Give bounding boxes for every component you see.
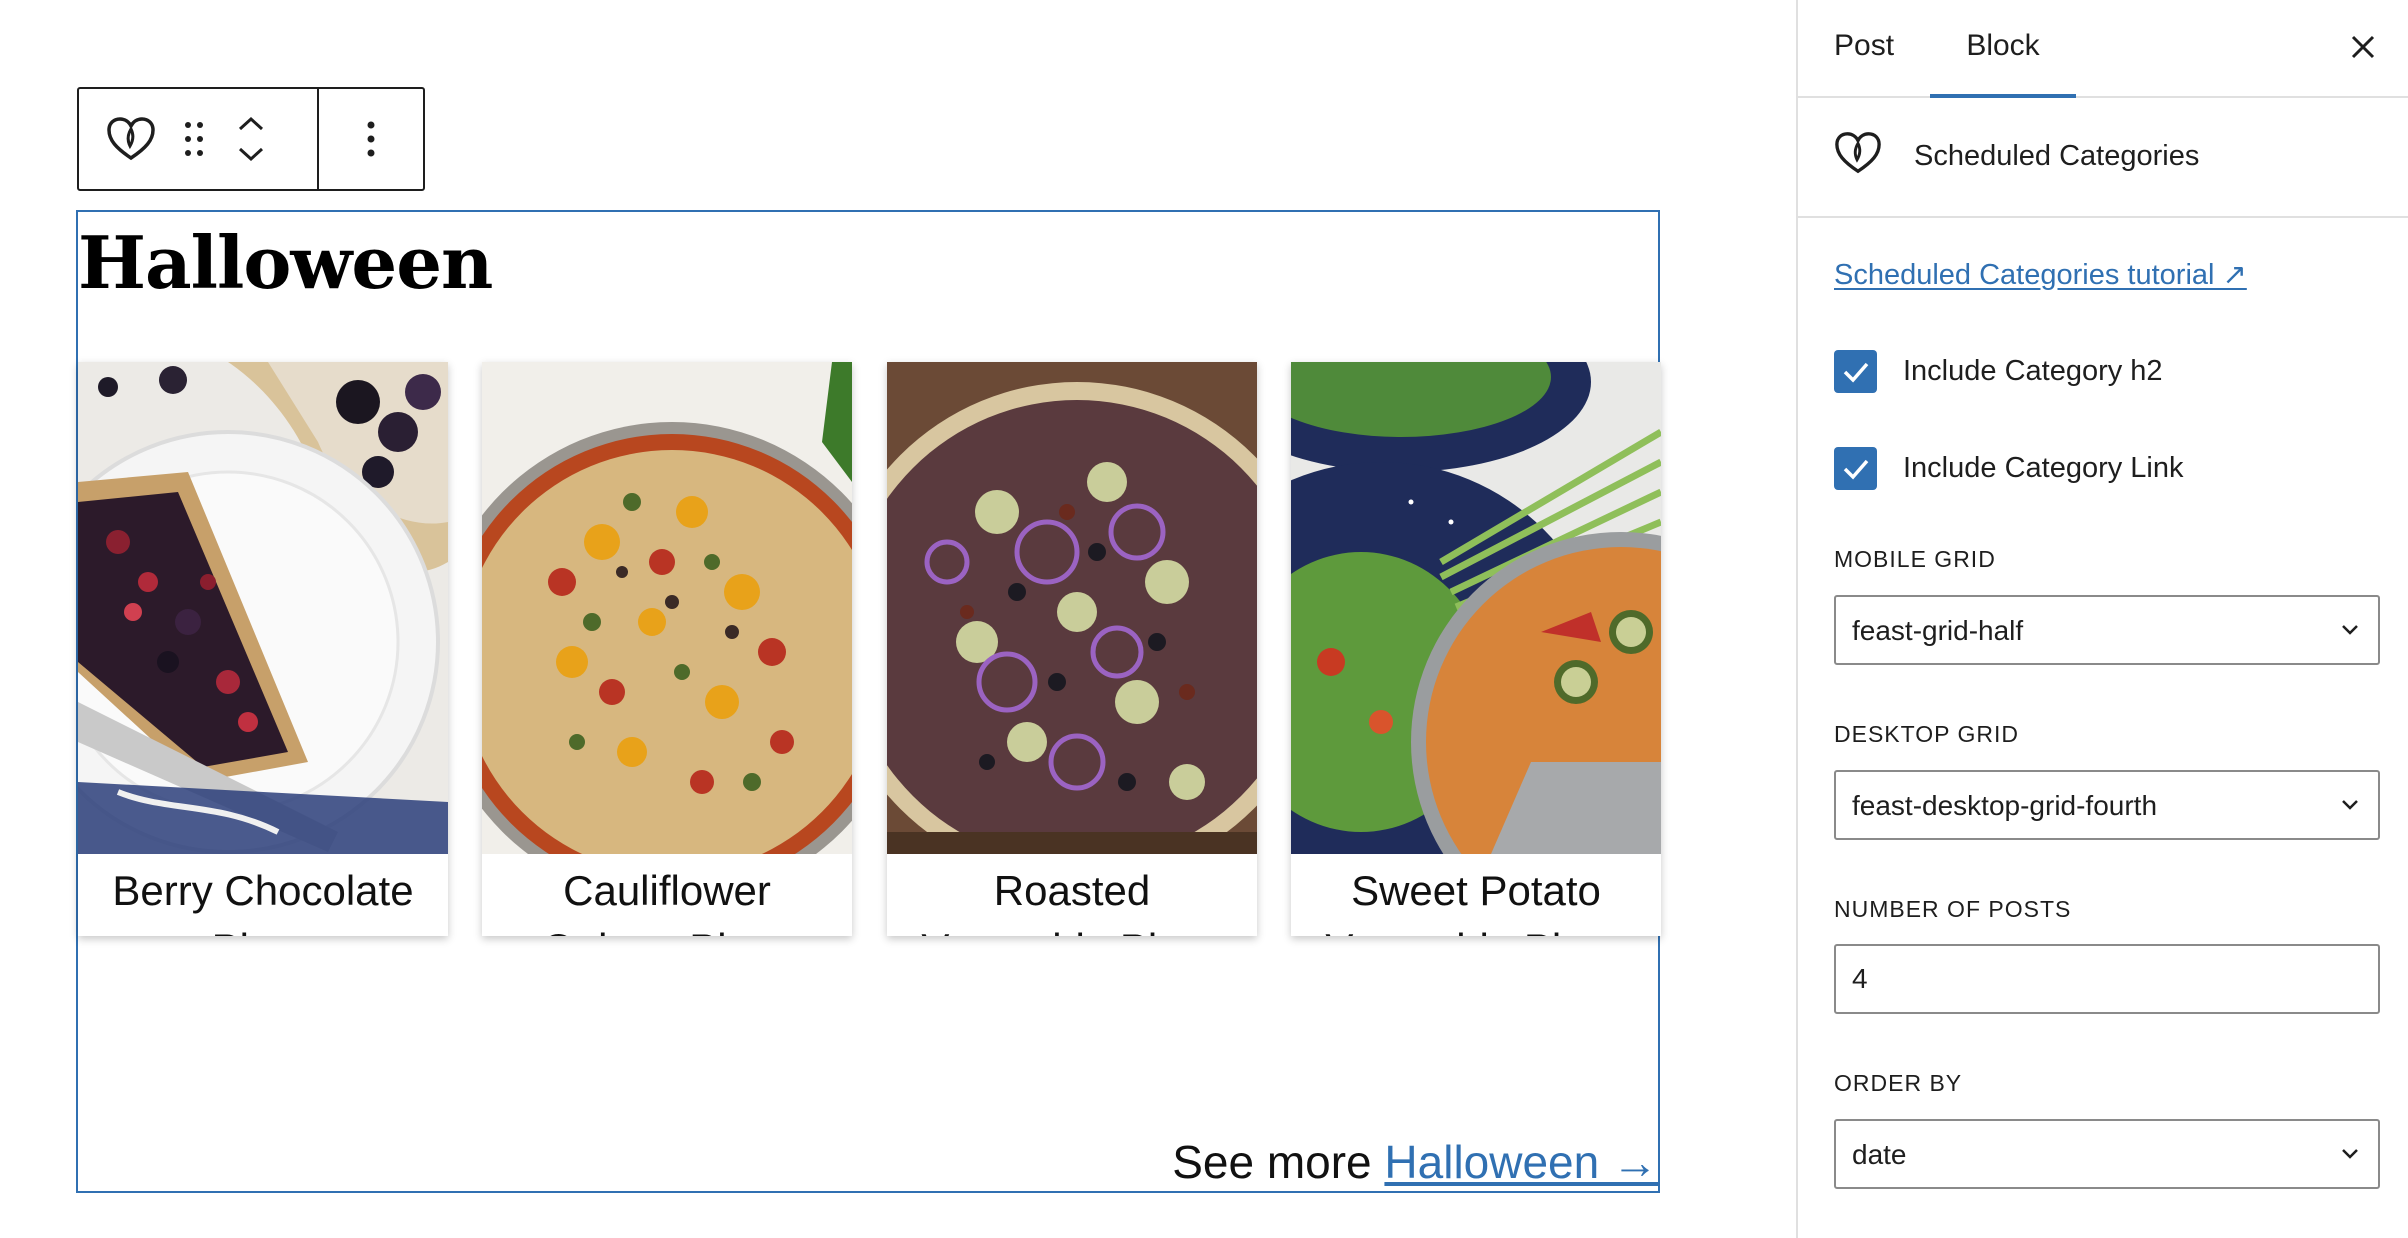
post-grid: Berry Chocolate Pizza — [78, 362, 1661, 936]
include-link-row: Include Category Link — [1834, 447, 2184, 490]
number-of-posts-input[interactable] — [1834, 944, 2380, 1014]
desktop-grid-label: Desktop Grid — [1834, 721, 2019, 747]
mobile-grid-value: feast-grid-half — [1852, 615, 2024, 646]
sidebar-tabs: Post Block — [1798, 0, 2408, 98]
post-thumbnail[interactable] — [1291, 362, 1661, 854]
post-thumbnail[interactable] — [887, 362, 1257, 854]
post-title[interactable]: Sweet Potato Vegetable Pizza Salad — [1291, 862, 1661, 936]
close-sidebar-button[interactable] — [2342, 26, 2384, 68]
drag-handle-button[interactable] — [169, 109, 219, 169]
order-by-value: date — [1852, 1139, 1907, 1170]
order-by-select[interactable]: date — [1834, 1119, 2380, 1189]
heart-icon — [107, 117, 155, 161]
include-link-label: Include Category Link — [1903, 452, 2184, 484]
desktop-grid-select[interactable]: feast-desktop-grid-fourth — [1834, 770, 2380, 840]
post-card[interactable]: Cauliflower Quinoa Pizza — [482, 362, 852, 936]
mobile-grid-label: Mobile Grid — [1834, 546, 1996, 572]
settings-sidebar: Post Block Scheduled Categories Schedule… — [1796, 0, 2408, 1238]
block-toolbar — [77, 87, 425, 191]
checkmark-icon — [1843, 459, 1868, 480]
post-title[interactable]: Cauliflower Quinoa Pizza — [482, 862, 852, 936]
block-options-button[interactable] — [346, 109, 396, 169]
block-type-button[interactable] — [105, 109, 157, 169]
block-card: Scheduled Categories — [1798, 98, 2408, 218]
tab-block[interactable]: Block — [1930, 0, 2076, 98]
move-up-button[interactable] — [231, 109, 271, 139]
chevron-down-icon — [2342, 800, 2358, 810]
see-more-text: See more — [1172, 1136, 1372, 1188]
desktop-grid-value: feast-desktop-grid-fourth — [1852, 790, 2158, 821]
block-toolbar-main-group — [79, 89, 319, 189]
move-buttons — [231, 109, 271, 169]
post-thumbnail[interactable] — [482, 362, 852, 854]
chevron-down-icon — [238, 147, 264, 162]
category-heading: Halloween — [78, 220, 493, 305]
include-h2-checkbox[interactable] — [1834, 350, 1877, 393]
post-thumbnail[interactable] — [78, 362, 448, 854]
close-icon — [2351, 35, 2375, 59]
chevron-up-icon — [238, 116, 264, 131]
chevron-down-icon — [2342, 625, 2358, 635]
include-link-checkbox[interactable] — [1834, 447, 1877, 490]
post-title[interactable]: Roasted Vegetable Pizza — [887, 862, 1257, 936]
order-by-label: Order By — [1834, 1070, 1963, 1096]
post-card[interactable]: Berry Chocolate Pizza — [78, 362, 448, 936]
post-card[interactable]: Roasted Vegetable Pizza — [887, 362, 1257, 936]
block-card-title: Scheduled Categories — [1914, 140, 2200, 172]
include-h2-row: Include Category h2 — [1834, 350, 2163, 393]
more-vertical-icon — [367, 121, 375, 157]
block-toolbar-options-group — [319, 89, 423, 189]
tutorial-link[interactable]: Scheduled Categories tutorial ↗ — [1834, 257, 2247, 292]
post-title[interactable]: Berry Chocolate Pizza — [78, 862, 448, 936]
post-card[interactable]: Sweet Potato Vegetable Pizza Salad — [1291, 362, 1661, 936]
move-down-button[interactable] — [231, 139, 271, 169]
number-of-posts-label: Number of Posts — [1834, 896, 2072, 922]
scheduled-categories-block[interactable]: Halloween Berry Chocolate Cauliflower Ro… — [76, 210, 1661, 1193]
include-h2-label: Include Category h2 — [1903, 355, 2163, 387]
drag-handle-icon — [185, 122, 203, 156]
chevron-down-icon — [2342, 1149, 2358, 1159]
checkmark-icon — [1843, 362, 1868, 383]
mobile-grid-select[interactable]: feast-grid-half — [1834, 595, 2380, 665]
see-more-link[interactable]: Halloween → — [1384, 1136, 1658, 1188]
see-more-line: See more Halloween → — [1172, 1135, 1658, 1189]
tab-post[interactable]: Post — [1834, 0, 1894, 98]
heart-icon — [1835, 132, 1881, 174]
